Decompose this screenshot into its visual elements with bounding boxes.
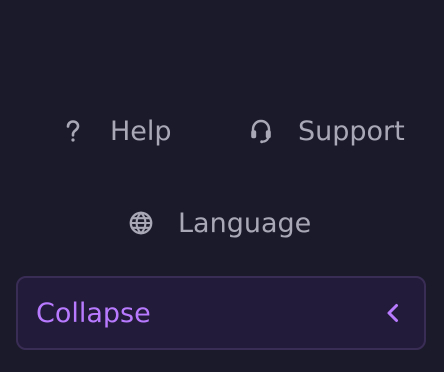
language-link[interactable]: Language	[126, 203, 311, 243]
collapse-button[interactable]: Collapse	[16, 276, 426, 350]
help-label: Help	[110, 115, 172, 147]
collapse-label: Collapse	[36, 297, 151, 329]
support-label: Support	[298, 115, 405, 147]
help-link[interactable]: Help	[58, 111, 172, 151]
language-label: Language	[178, 207, 312, 239]
support-link[interactable]: Support	[246, 111, 405, 151]
globe-icon	[126, 208, 156, 238]
question-icon	[58, 116, 88, 146]
chevron-left-icon	[380, 300, 406, 326]
headset-icon	[246, 116, 276, 146]
